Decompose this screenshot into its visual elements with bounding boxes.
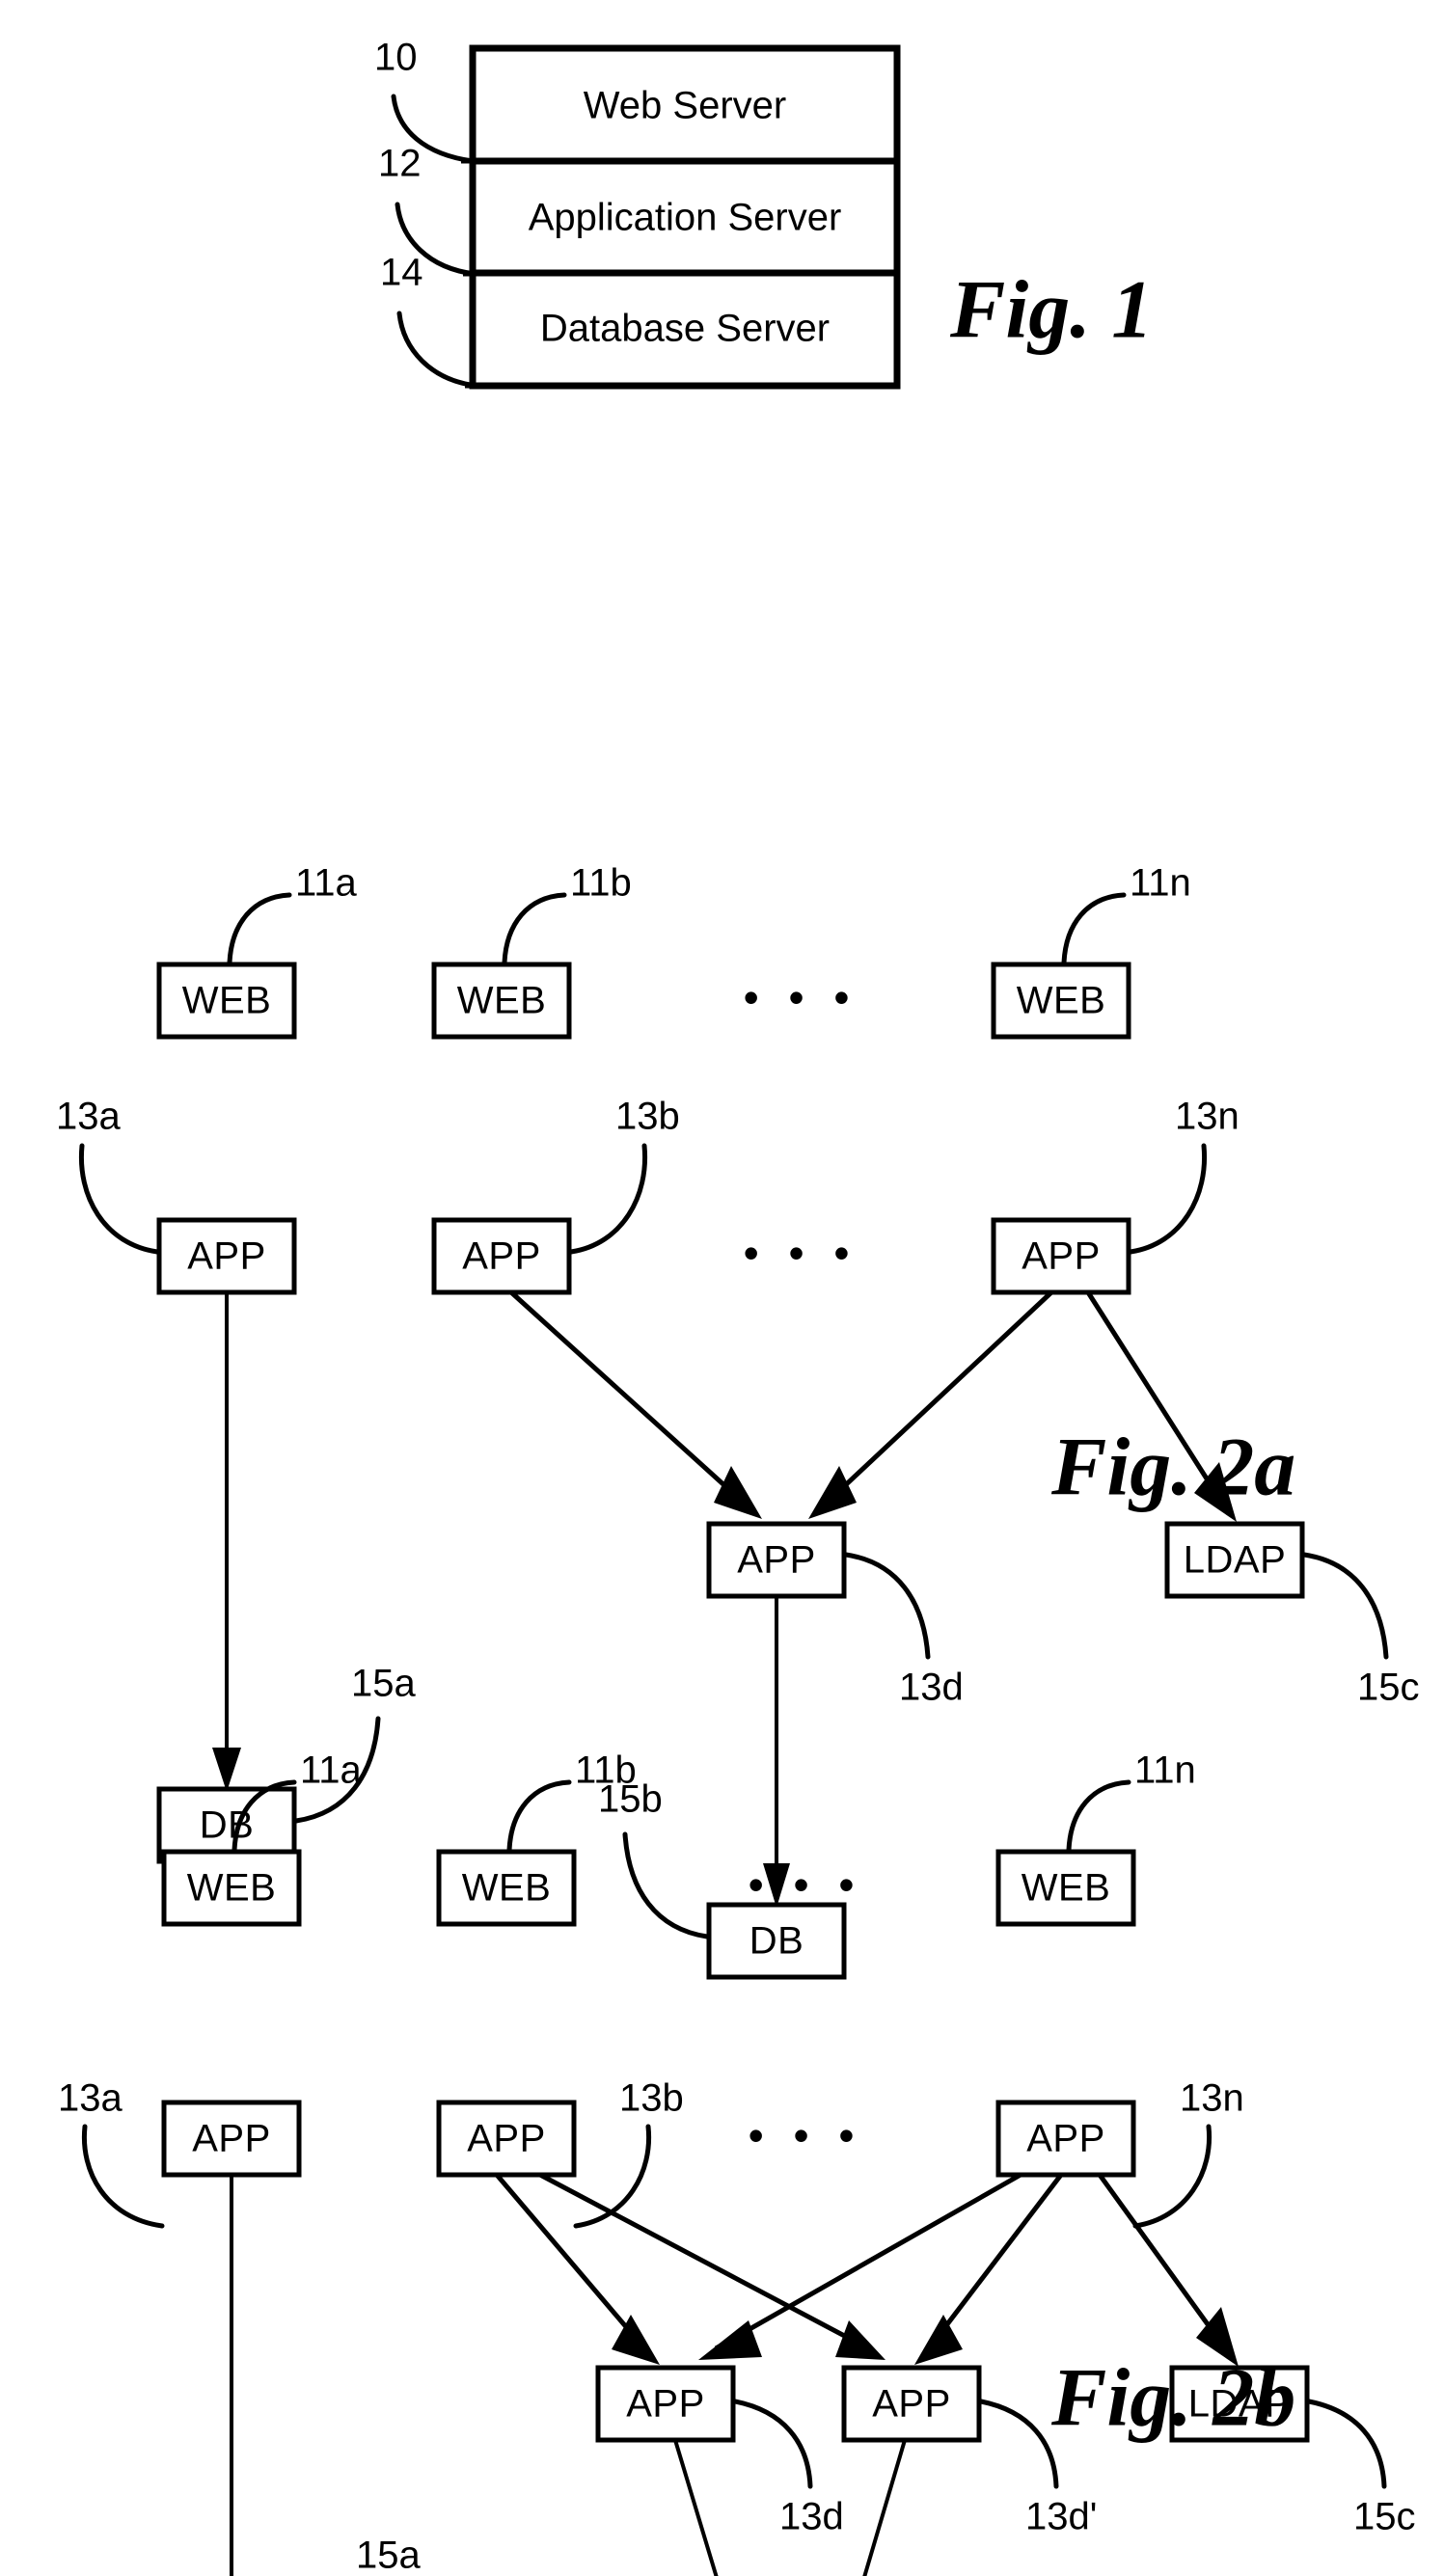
node-label-b-app-13b: APP (467, 2118, 546, 2160)
edge-b-app-d-to-db-b (673, 2439, 719, 2576)
node-label-b-app-13d-prime: APP (872, 2383, 951, 2426)
edge-b-app-n-to-ldap-c (1097, 2173, 1228, 2350)
figure-2b-caption: Fig. 2b (1050, 2351, 1295, 2444)
edge-b-app-n-to-app-d2 (927, 2173, 1063, 2350)
edge-b-app-n-to-app-d (714, 2172, 1022, 2351)
edge-b-app-b-to-app-d2 (538, 2172, 870, 2351)
ref-numeral-b-11n: 11n (1134, 1749, 1196, 1792)
ref-numeral-b-13a: 13a (58, 2077, 123, 2120)
lead-line-b-13n (1132, 2124, 1212, 2229)
node-label-b-web-11n: WEB (1022, 1867, 1111, 1910)
ellipsis-b-app-row: • • • (749, 2110, 863, 2160)
lead-line-b-11b (506, 1779, 572, 1853)
lead-line-b-15c (1306, 2399, 1387, 2489)
arrowhead-b-app-n-to-app-d2 (914, 2315, 963, 2365)
lead-line-b-13b (573, 2124, 652, 2229)
ref-numeral-b-13d-prime: 13d' (1025, 2496, 1097, 2538)
ellipsis-b-web-row: • • • (749, 1859, 863, 1910)
ref-numeral-b-13d: 13d (779, 2496, 844, 2538)
arrowhead-b-app-b-to-app-d2 (835, 2320, 885, 2360)
lead-line-b-13d-prime (978, 2399, 1059, 2489)
lead-line-b-11a (232, 1779, 297, 1853)
ref-numeral-b-11b: 11b (575, 1749, 637, 1792)
arrowhead-b-app-b-to-app-d (612, 2315, 660, 2365)
node-label-b-app-13a: APP (192, 2118, 271, 2160)
ref-numeral-b-15a: 15a (356, 2535, 421, 2576)
lead-line-b-13a (81, 2124, 165, 2229)
ref-numeral-b-13b: 13b (619, 2077, 684, 2120)
node-label-b-app-13d: APP (626, 2383, 705, 2426)
node-label-b-web-11a: WEB (187, 1867, 277, 1910)
patent-figure-sheet: Web Server Application Server Database S… (0, 0, 1444, 2576)
node-label-b-app-13n: APP (1026, 2118, 1105, 2160)
lead-line-b-13d (732, 2399, 813, 2489)
ref-numeral-b-11a: 11a (300, 1749, 363, 1792)
lead-line-b-11n (1066, 1779, 1131, 1853)
ref-numeral-b-13n: 13n (1180, 2077, 1244, 2120)
ref-numeral-b-15c: 15c (1353, 2496, 1416, 2538)
figure-2b: WEB 11a WEB 11b WEB 11n • • • APP 13a AP… (58, 1749, 1416, 2576)
node-label-b-web-11b: WEB (462, 1867, 552, 1910)
